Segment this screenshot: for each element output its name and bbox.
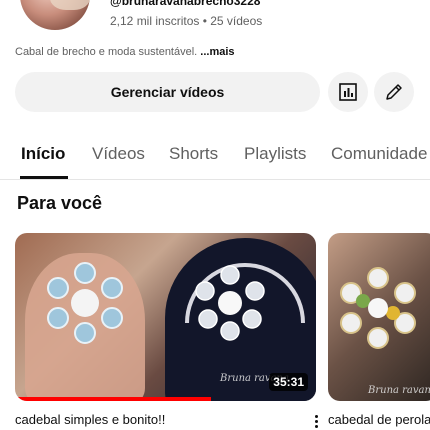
channel-stats: 2,12 mil inscritos • 25 vídeos [110,14,263,28]
pencil-icon [386,84,402,100]
tab-comunidade[interactable]: Comunidade [331,144,427,164]
video-title[interactable]: cabedal de perolas [328,412,430,427]
video-title[interactable]: cadebal simples e bonito!! [15,412,165,427]
edit-channel-button[interactable] [374,72,414,112]
tab-shorts[interactable]: Shorts [169,144,218,164]
tab-playlists[interactable]: Playlists [244,144,306,164]
channel-description[interactable]: Cabal de brecho e moda sustentável. ...m… [15,46,235,58]
video-thumbnail[interactable]: Bruna ravan [328,233,430,401]
section-title: Para você [17,193,103,213]
channel-description-text: Cabal de brecho e moda sustentável. [15,46,198,58]
video-duration: 35:31 [269,373,308,391]
more-link[interactable]: ...mais [200,46,234,58]
thumbnail-brooch [47,262,123,344]
channel-avatar[interactable] [20,0,90,30]
tab-inicio[interactable]: Início [21,144,65,164]
tab-videos[interactable]: Vídeos [92,144,145,164]
active-tab-indicator [20,176,68,179]
channel-tabs: Início Vídeos Shorts Playlists Comunidad… [0,132,430,180]
thumbnail-sandal-brooch [195,265,265,341]
video-thumbnail[interactable]: Bruna ravana 35:31 [15,233,316,401]
analytics-button[interactable] [328,72,368,112]
thumbnail-watermark: Bruna ravan [368,385,430,396]
analytics-icon [339,83,357,101]
manage-videos-button[interactable]: Gerenciar vídeos [15,72,320,112]
thumbnail-brooch [340,267,416,349]
channel-handle: @brunaravanabrecho3228 [110,0,261,8]
watch-progress-bar [15,397,211,401]
more-options-icon[interactable] [311,412,321,430]
